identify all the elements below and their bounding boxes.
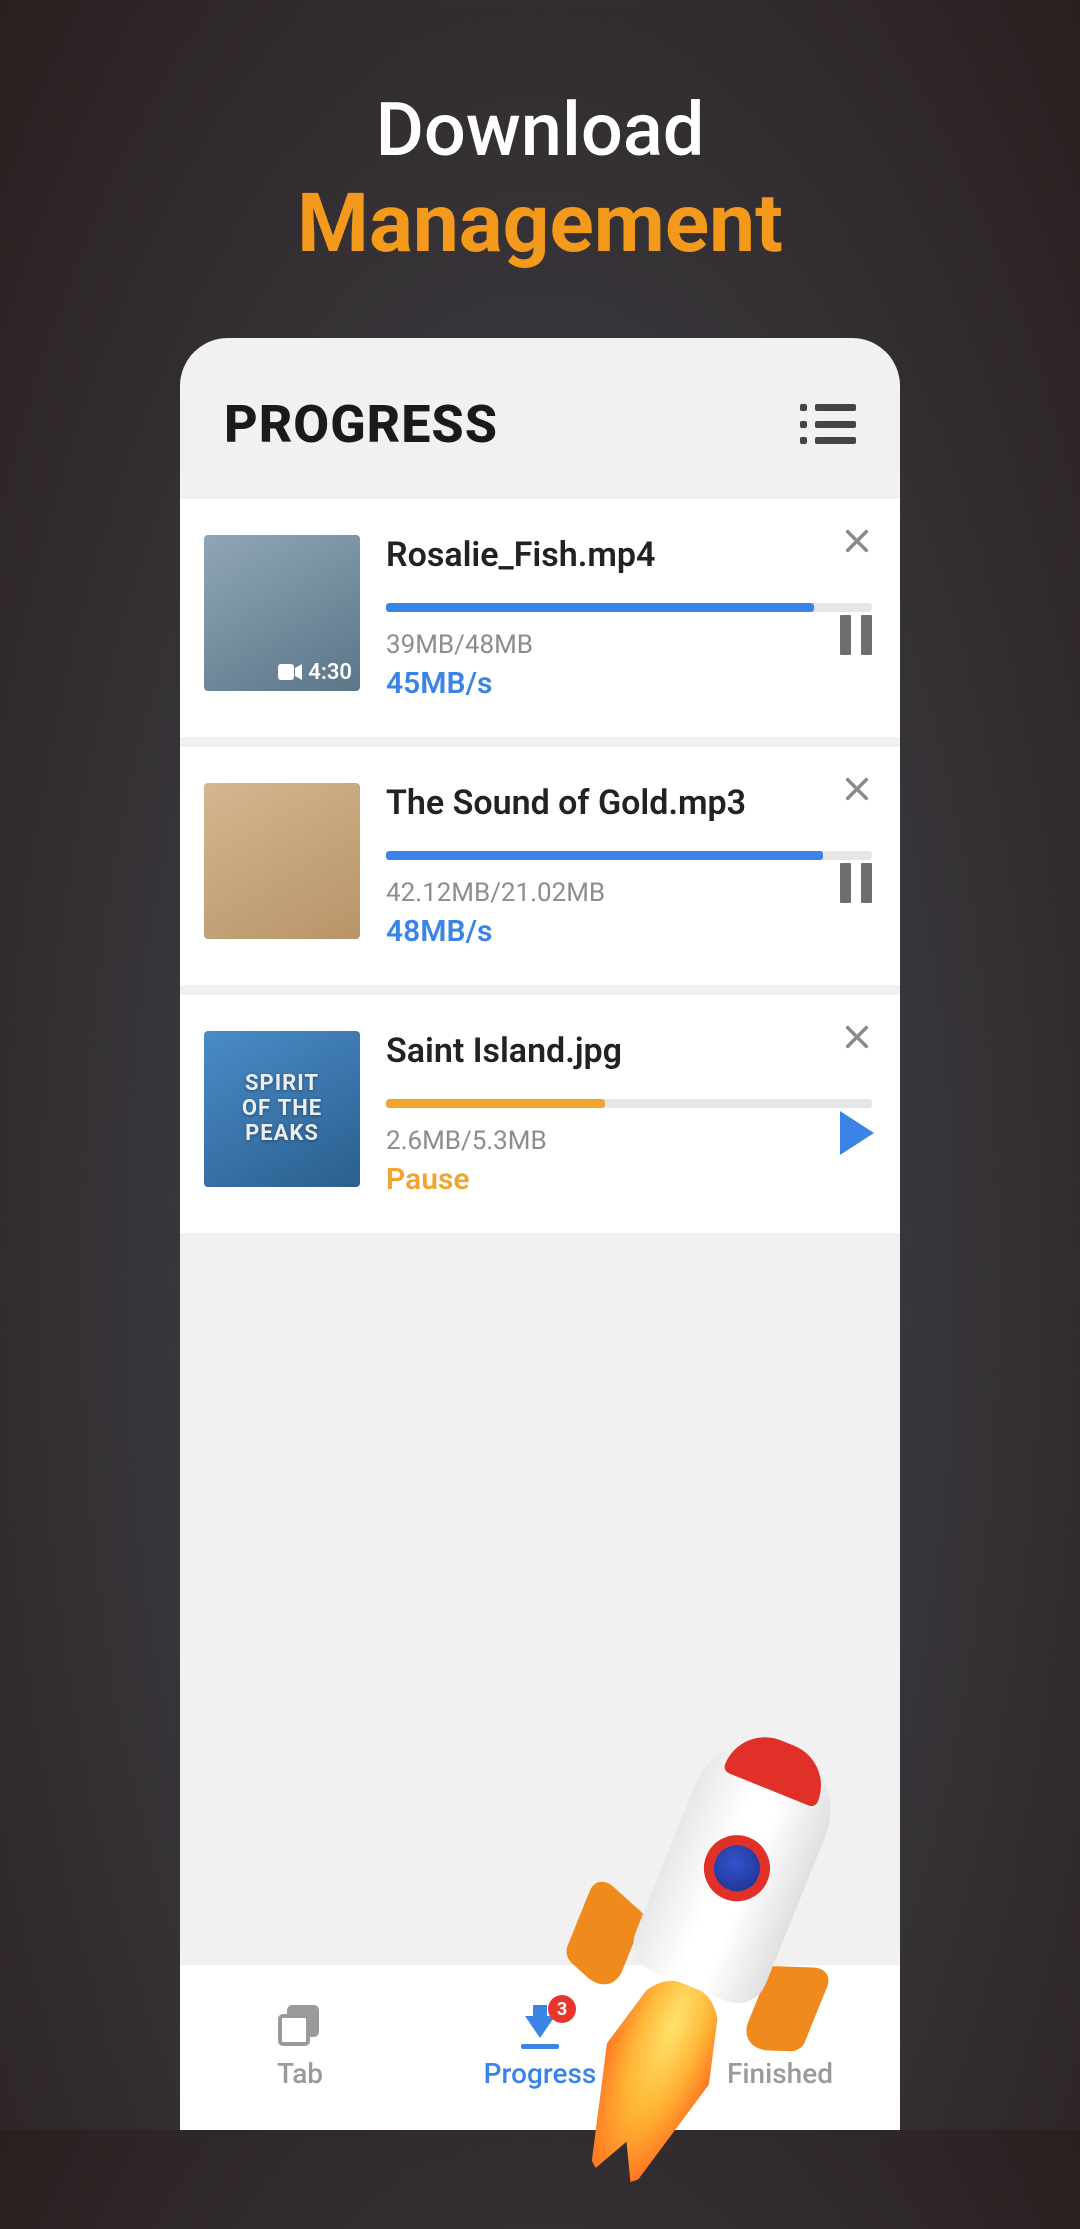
hero-title: Download Management <box>297 90 783 270</box>
video-camera-icon <box>278 663 302 681</box>
pause-button[interactable] <box>840 863 874 903</box>
item-body: The Sound of Gold.mp3 42.12MB/21.02MB 48… <box>386 783 872 949</box>
speed: 45MB/s <box>386 666 872 701</box>
thumb-overlay-text: SPIRITOF THEPEAKS <box>242 1071 322 1147</box>
close-icon[interactable] <box>843 527 871 555</box>
thumbnail: 4:30 <box>204 535 360 691</box>
progress-fill <box>386 1099 605 1108</box>
download-item[interactable]: SPIRITOF THEPEAKS Saint Island.jpg 2.6MB… <box>180 995 900 1233</box>
menu-list-icon[interactable] <box>800 404 856 444</box>
page-header: PROGRESS <box>180 338 900 499</box>
filename: The Sound of Gold.mp3 <box>386 783 872 823</box>
status-text: Pause <box>386 1162 872 1197</box>
close-icon[interactable] <box>843 1023 871 1051</box>
size-stats: 2.6MB/5.3MB <box>386 1126 872 1156</box>
nav-label: Tab <box>277 2057 323 2090</box>
hero-line1: Download <box>297 90 783 171</box>
page-title: PROGRESS <box>224 394 498 455</box>
video-duration: 4:30 <box>308 660 352 685</box>
close-icon[interactable] <box>843 775 871 803</box>
nav-tab[interactable]: Tab <box>220 2005 380 2090</box>
progress-bar <box>386 851 872 860</box>
speed: 48MB/s <box>386 914 872 949</box>
thumbnail <box>204 783 360 939</box>
size-stats: 39MB/48MB <box>386 630 872 660</box>
resume-button[interactable] <box>840 1111 874 1155</box>
pause-button[interactable] <box>840 615 874 655</box>
download-item[interactable]: The Sound of Gold.mp3 42.12MB/21.02MB 48… <box>180 747 900 985</box>
progress-bar <box>386 1099 872 1108</box>
hero-line2: Management <box>297 179 783 269</box>
item-body: Saint Island.jpg 2.6MB/5.3MB Pause <box>386 1031 872 1197</box>
download-item[interactable]: 4:30 Rosalie_Fish.mp4 39MB/48MB 45MB/s <box>180 499 900 737</box>
progress-fill <box>386 851 823 860</box>
progress-fill <box>386 603 814 612</box>
filename: Rosalie_Fish.mp4 <box>386 535 872 575</box>
video-duration-badge: 4:30 <box>278 660 352 685</box>
size-stats: 42.12MB/21.02MB <box>386 878 872 908</box>
filename: Saint Island.jpg <box>386 1031 872 1071</box>
progress-bar <box>386 603 872 612</box>
tabs-icon <box>278 2005 322 2049</box>
thumbnail: SPIRITOF THEPEAKS <box>204 1031 360 1187</box>
item-body: Rosalie_Fish.mp4 39MB/48MB 45MB/s <box>386 535 872 701</box>
